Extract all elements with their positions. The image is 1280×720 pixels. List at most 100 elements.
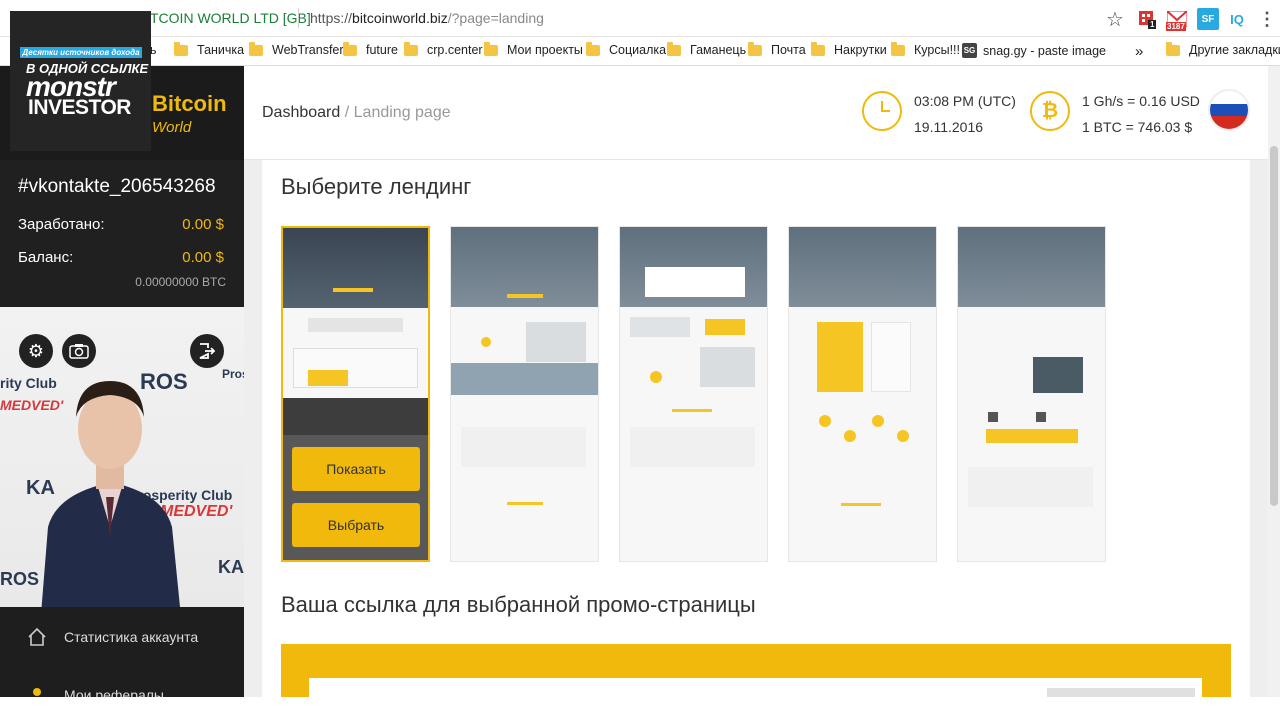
thumbnail-accent <box>672 409 712 412</box>
thumbnail-accent <box>650 371 662 383</box>
logout-icon <box>199 343 216 359</box>
address-bar[interactable]: TCOIN WORLD LTD [GB] https://bitcoinworl… <box>0 0 1280 37</box>
person-photo <box>41 381 180 607</box>
screen: TCOIN WORLD LTD [GB] https://bitcoinworl… <box>0 0 1280 720</box>
bookmark-item[interactable]: SG snag.gy - paste image <box>962 43 1106 58</box>
thumbnail-block <box>461 427 586 467</box>
gmail-icon[interactable]: 3187 <box>1166 8 1188 31</box>
bookmarks-overflow-chevron-icon[interactable]: » <box>1135 43 1143 60</box>
thumbnail-accent <box>481 337 491 347</box>
landing-thumbnail-4[interactable] <box>788 226 937 562</box>
bookmark-label: Накрутки <box>834 43 887 57</box>
logo-tagline: Десятки источников дохода <box>20 47 142 58</box>
thumbnail-accent <box>819 415 831 427</box>
camera-icon <box>69 344 89 359</box>
thumbnail-block <box>630 427 755 467</box>
server-date: 19.11.2016 <box>914 119 984 135</box>
bookmark-folder[interactable]: Гаманець <box>667 41 747 57</box>
menu-item-account-stats[interactable]: Статистика аккаунта <box>0 617 244 657</box>
thumbnail-accent <box>986 429 1078 443</box>
extension-red-icon[interactable]: 1 <box>1136 8 1158 30</box>
bookmark-folder[interactable]: Почта <box>748 41 806 57</box>
show-button[interactable]: Показать <box>292 447 420 491</box>
bookmark-label: Гаманець <box>690 43 747 57</box>
landing-thumbnail-3[interactable] <box>619 226 768 562</box>
url-text[interactable]: https://bitcoinworld.biz/?page=landing <box>310 10 544 26</box>
bookmark-folder[interactable]: Таничка <box>174 41 245 57</box>
thumbnail-accent <box>844 430 856 442</box>
brand-bitcoin: Bitcoin <box>152 91 227 116</box>
folder-icon <box>249 41 263 56</box>
thumbnail-block <box>1033 357 1083 393</box>
thumbnail-block <box>871 322 911 392</box>
thumbnail-block <box>645 267 745 297</box>
bookmark-star-icon[interactable]: ☆ <box>1104 8 1126 31</box>
thumbnail-block <box>283 398 428 435</box>
earned-value: 0.00 $ <box>182 216 224 233</box>
bookmark-folder[interactable]: Мои проекты <box>484 41 583 57</box>
address-divider <box>298 8 299 28</box>
bottom-strip <box>0 697 1280 720</box>
bookmark-folder[interactable]: Социалка <box>586 41 667 57</box>
monstr-investor-logo: Десятки источников дохода В ОДНОЙ ССЫЛКЕ… <box>10 11 151 151</box>
thumbnail-block <box>988 412 998 422</box>
thumbnail-block <box>630 317 690 337</box>
extension-badge-1: 1 <box>1148 20 1157 29</box>
bookmark-folder[interactable]: Накрутки <box>811 41 887 57</box>
iq-extension-icon[interactable]: IQ <box>1226 8 1248 30</box>
bookmarks-bar: ь Таничка WebTransfer future crp.center … <box>0 37 1280 66</box>
thumbnail-accent <box>333 288 373 292</box>
settings-button[interactable]: ⚙ <box>19 334 53 368</box>
logout-button[interactable] <box>190 334 224 368</box>
bookmark-label: Мои проекты <box>507 43 583 57</box>
landing-thumbnail-5[interactable] <box>957 226 1106 562</box>
scrollbar-thumb[interactable] <box>1270 146 1278 506</box>
bookmark-label: Таничка <box>197 43 245 57</box>
thumbnail-accent <box>841 503 881 506</box>
select-button[interactable]: Выбрать <box>292 503 420 547</box>
side-menu: Статистика аккаунта Мои рефералы <box>0 607 244 697</box>
brand-logo[interactable]: Bitcoin World <box>152 91 227 138</box>
logo-name-2: INVESTOR <box>28 96 131 119</box>
other-bookmarks-folder[interactable]: Другие закладки <box>1166 41 1280 57</box>
bookmark-label: Курсы!!! <box>914 43 960 57</box>
folder-icon <box>748 41 762 56</box>
bookmark-folder[interactable]: crp.center <box>404 41 483 57</box>
thumbnail-accent <box>872 415 884 427</box>
username: #vkontakte_206543268 <box>18 176 216 197</box>
thumbnail-block <box>526 322 586 362</box>
menu-icon[interactable]: ⋮ <box>1256 8 1278 30</box>
sf-extension-icon[interactable]: SF <box>1197 8 1219 30</box>
wall-text: KA <box>218 557 244 577</box>
folder-icon <box>1166 41 1180 56</box>
thumbnail-accent <box>705 319 745 335</box>
thumbnail-hero <box>789 227 936 307</box>
page-scrollbar[interactable] <box>1268 66 1280 697</box>
menu-item-label: Мои рефералы <box>64 687 164 697</box>
landing-thumbnail-2[interactable] <box>450 226 599 562</box>
bookmark-label: crp.center <box>427 43 483 57</box>
folder-icon <box>404 41 418 56</box>
site-identity[interactable]: TCOIN WORLD LTD [GB] <box>150 10 311 26</box>
thumbnail-block <box>308 318 403 332</box>
breadcrumb-dashboard-link[interactable]: Dashboard <box>262 104 340 121</box>
bookmark-label: Социалка <box>609 43 667 57</box>
bookmark-folder[interactable]: future <box>343 41 398 57</box>
promo-link-title: Ваша ссылка для выбранной промо-страницы <box>281 592 756 617</box>
landing-thumbnail-1[interactable]: Показать Выбрать <box>281 226 430 562</box>
balance-label: Баланс: <box>18 249 74 266</box>
rate-btc: 1 BTC = 746.03 $ <box>1082 119 1193 135</box>
thumbnail-block <box>968 467 1093 507</box>
gears-icon: ⚙ <box>27 340 45 361</box>
thumbnail-actions-overlay: Показать Выбрать <box>283 435 428 560</box>
brand-world: World <box>152 119 192 136</box>
bookmark-folder[interactable]: WebTransfer <box>249 41 344 57</box>
bookmark-label: Почта <box>771 43 806 57</box>
url-path: /?page=landing <box>447 10 544 26</box>
bookmark-folder[interactable]: Курсы!!! <box>891 41 960 57</box>
russian-flag-icon[interactable] <box>1208 89 1250 131</box>
menu-item-referrals[interactable]: Мои рефералы <box>0 675 244 697</box>
breadcrumb-current: Landing page <box>353 104 451 121</box>
camera-button[interactable] <box>62 334 96 368</box>
url-scheme: https:// <box>310 10 353 26</box>
